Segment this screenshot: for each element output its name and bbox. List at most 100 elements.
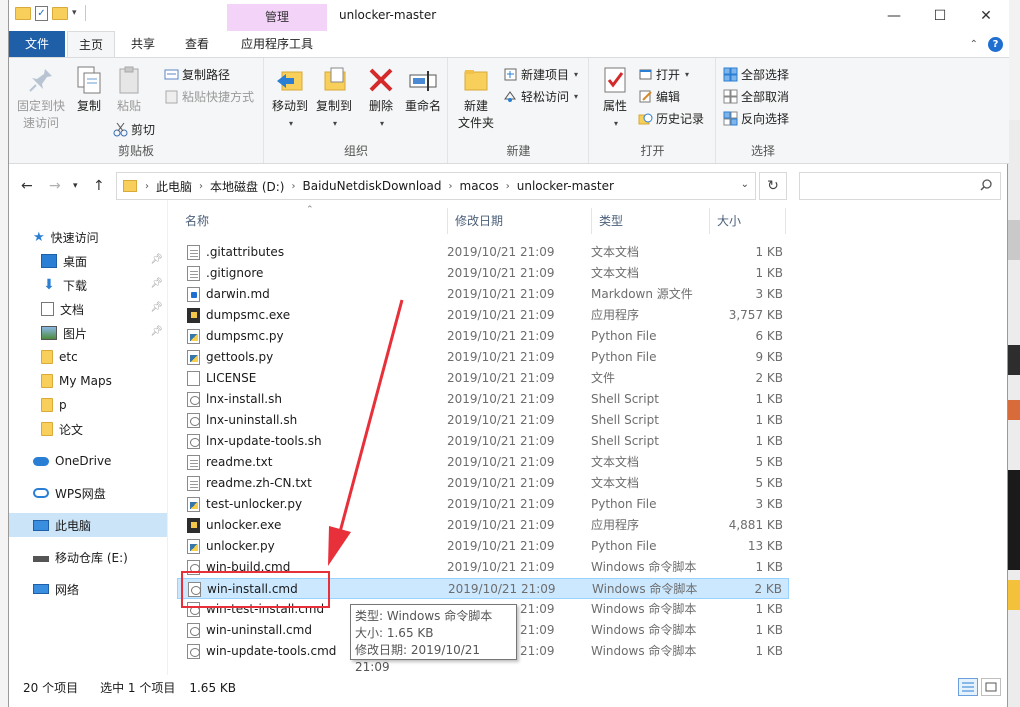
nav-item-my-maps[interactable]: My Maps xyxy=(9,369,167,393)
file-row[interactable]: unlocker.exe 2019/10/21 21:09 应用程序 4,881 KB xyxy=(177,515,789,536)
breadcrumb-drive-d[interactable]: 本地磁盘 (D:) xyxy=(210,178,284,195)
breadcrumb-macos[interactable]: macos xyxy=(460,179,499,193)
copy-icon xyxy=(73,64,105,96)
maximize-button[interactable]: ☐ xyxy=(917,0,963,31)
manage-context-tab[interactable]: 管理 xyxy=(227,4,327,31)
recent-locations-chevron-icon[interactable]: ▾ xyxy=(73,181,78,191)
close-button[interactable]: ✕ xyxy=(963,0,1009,31)
nav-item-wps-cloud[interactable]: WPS网盘 xyxy=(9,481,167,505)
select-none-button[interactable]: 全部取消 xyxy=(723,86,789,106)
nav-item-documents[interactable]: 文档 📌︎ xyxy=(9,297,167,321)
pin-icon[interactable]: 📌︎ xyxy=(150,302,163,313)
file-row[interactable]: gettools.py 2019/10/21 21:09 Python File 9 … xyxy=(177,347,789,368)
nav-item-p[interactable]: p xyxy=(9,393,167,417)
move-to-button[interactable]: 移动到 ▾ xyxy=(269,64,311,132)
file-name: LICENSE xyxy=(206,371,257,385)
cut-button[interactable]: 剪切 xyxy=(113,119,155,139)
forward-arrow-icon[interactable]: → xyxy=(49,178,61,194)
open-button[interactable]: 打开 ▾ xyxy=(638,64,689,84)
file-row[interactable]: lnx-update-tools.sh 2019/10/21 21:09 Shell… xyxy=(177,431,789,452)
invert-selection-button[interactable]: 反向选择 xyxy=(723,108,789,128)
search-input[interactable] xyxy=(799,172,1001,200)
tab-view[interactable]: 查看 xyxy=(171,31,223,57)
file-name: win-update-tools.cmd xyxy=(206,644,337,658)
nav-item-this-pc[interactable]: 此电脑 xyxy=(9,513,167,537)
file-row[interactable]: .gitattributes 2019/10/21 21:09 文本文档 1 KB xyxy=(177,242,789,263)
breadcrumb-this-pc[interactable]: 此电脑 xyxy=(156,178,192,195)
column-resize-handle[interactable] xyxy=(785,208,786,234)
address-bar[interactable]: › 此电脑 › 本地磁盘 (D:) › BaiduNetdiskDownload… xyxy=(116,172,756,200)
breadcrumb-separator-icon[interactable]: › xyxy=(145,181,149,192)
paste-shortcut-button[interactable]: 粘贴快捷方式 xyxy=(164,86,254,106)
nav-item-pictures[interactable]: 图片 📌︎ xyxy=(9,321,167,345)
column-header-type[interactable]: 类型 xyxy=(591,208,709,234)
help-icon[interactable]: ? xyxy=(988,37,1003,52)
back-arrow-icon[interactable]: ← xyxy=(21,178,33,194)
file-row[interactable]: readme.zh-CN.txt 2019/10/21 21:09 文本文档 5 KB xyxy=(177,473,789,494)
pin-icon[interactable]: 📌︎ xyxy=(150,326,163,337)
file-row[interactable]: dumpsmc.exe 2019/10/21 21:09 应用程序 3,757 KB xyxy=(177,305,789,326)
exe-file-icon xyxy=(187,518,200,533)
file-row[interactable]: test-unlocker.py 2019/10/21 21:09 Python F… xyxy=(177,494,789,515)
new-item-button[interactable]: 新建项目 ▾ xyxy=(503,64,578,84)
delete-button[interactable]: 删除 ▾ xyxy=(365,64,397,132)
pane-divider[interactable] xyxy=(167,200,168,675)
py-file-icon xyxy=(187,539,200,554)
breadcrumb-unlocker-master[interactable]: unlocker-master xyxy=(517,179,614,193)
tab-home[interactable]: 主页 xyxy=(67,31,115,57)
select-all-button[interactable]: 全部选择 xyxy=(723,64,789,84)
folder-icon[interactable] xyxy=(15,6,31,20)
pin-icon[interactable]: 📌︎ xyxy=(150,278,163,289)
nav-item-desktop[interactable]: 桌面 📌︎ xyxy=(9,249,167,273)
customize-toolbar-chevron-icon[interactable]: ▾ xyxy=(72,8,77,18)
collapse-ribbon-chevron-icon[interactable]: ⌃ xyxy=(970,39,978,50)
refresh-icon[interactable]: ↻ xyxy=(759,172,787,200)
breadcrumb-baidu[interactable]: BaiduNetdiskDownload xyxy=(302,179,441,193)
tab-share[interactable]: 共享 xyxy=(117,31,169,57)
breadcrumb-separator-icon[interactable]: › xyxy=(199,181,203,192)
column-header-date[interactable]: 修改日期 xyxy=(447,208,591,234)
column-header-name[interactable]: 名称 xyxy=(177,208,447,234)
breadcrumb-separator-icon[interactable]: › xyxy=(291,181,295,192)
properties-button[interactable]: 属性 ▾ xyxy=(598,64,632,132)
nav-item-etc[interactable]: etc xyxy=(9,345,167,369)
nav-item-quick-access[interactable]: ★ 快速访问 xyxy=(9,225,167,249)
up-arrow-icon[interactable]: ↑ xyxy=(93,178,105,194)
file-row[interactable]: lnx-install.sh 2019/10/21 21:09 Shell Scri… xyxy=(177,389,789,410)
pin-quick-access-button[interactable]: 固定到快 速访问 xyxy=(13,64,69,132)
file-row[interactable]: LICENSE 2019/10/21 21:09 文件 2 KB xyxy=(177,368,789,389)
easy-access-button[interactable]: 轻松访问 ▾ xyxy=(503,86,578,106)
nav-item-network[interactable]: 网络 xyxy=(9,577,167,601)
nav-item-papers[interactable]: 论文 xyxy=(9,417,167,441)
minimize-button[interactable]: — xyxy=(871,0,917,31)
copy-path-button[interactable]: 复制路径 xyxy=(164,64,230,84)
file-row[interactable]: darwin.md 2019/10/21 21:09 Markdown 源文件 3 K… xyxy=(177,284,789,305)
large-icons-view-icon[interactable] xyxy=(981,678,1001,696)
file-name-cell: win-uninstall.cmd xyxy=(187,620,312,641)
address-history-chevron-icon[interactable]: ⌄ xyxy=(741,179,749,190)
tab-app-tools[interactable]: 应用程序工具 xyxy=(227,31,327,57)
new-folder-button[interactable]: 新建 文件夹 xyxy=(455,64,497,132)
new-folder-icon[interactable] xyxy=(52,6,68,20)
nav-item-removable-e[interactable]: 移动仓库 (E:) xyxy=(9,545,167,569)
edit-button[interactable]: 编辑 xyxy=(638,86,680,106)
file-row[interactable]: .gitignore 2019/10/21 21:09 文本文档 1 KB xyxy=(177,263,789,284)
copy-button[interactable]: 复制 xyxy=(71,64,107,115)
history-button[interactable]: 历史记录 xyxy=(638,108,704,128)
breadcrumb-separator-icon[interactable]: › xyxy=(506,181,510,192)
copy-to-button[interactable]: 复制到 ▾ xyxy=(313,64,355,132)
pin-icon[interactable]: 📌︎ xyxy=(150,254,163,265)
rename-button[interactable]: 重命名 xyxy=(401,64,445,115)
breadcrumb-separator-icon[interactable]: › xyxy=(449,181,453,192)
file-row[interactable]: dumpsmc.py 2019/10/21 21:09 Python File 6 K… xyxy=(177,326,789,347)
properties-check-icon[interactable]: ✓ xyxy=(35,5,48,21)
file-row[interactable]: unlocker.py 2019/10/21 21:09 Python File 13… xyxy=(177,536,789,557)
nav-item-downloads[interactable]: ⬇ 下载 📌︎ xyxy=(9,273,167,297)
column-header-size[interactable]: 大小 xyxy=(709,208,785,234)
paste-button[interactable]: 粘贴 xyxy=(111,64,147,115)
nav-item-onedrive[interactable]: OneDrive xyxy=(9,449,167,473)
tab-file[interactable]: 文件 xyxy=(9,31,65,57)
details-view-icon[interactable] xyxy=(958,678,978,696)
file-row[interactable]: readme.txt 2019/10/21 21:09 文本文档 5 KB xyxy=(177,452,789,473)
file-row[interactable]: lnx-uninstall.sh 2019/10/21 21:09 Shell Sc… xyxy=(177,410,789,431)
